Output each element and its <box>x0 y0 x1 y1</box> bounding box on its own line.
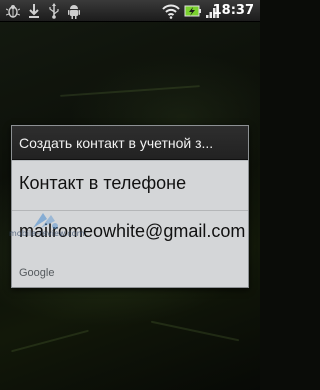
wallpaper-streak <box>60 85 200 97</box>
account-option-google[interactable]: mailromeowhite@gmail.com Google <box>12 212 248 287</box>
battery-charging-icon <box>184 4 202 23</box>
usb-icon <box>48 3 60 24</box>
usb-debug-icon <box>5 3 21 24</box>
android-icon <box>67 3 81 24</box>
download-icon <box>28 3 40 24</box>
dialog-list: Контакт в телефоне mailromeowhite@gmail.… <box>12 161 248 287</box>
status-bar[interactable]: 18:37 <box>0 0 260 22</box>
create-contact-dialog: Создать контакт в учетной з... Контакт в… <box>11 125 249 288</box>
wifi-icon <box>162 3 180 24</box>
account-type-label: Google <box>19 267 55 279</box>
account-option-phone[interactable]: Контакт в телефоне <box>12 161 248 211</box>
account-option-label: mailromeowhite@gmail.com <box>19 221 246 241</box>
dialog-title: Создать контакт в учетной з... <box>12 126 248 160</box>
wallpaper-streak <box>150 320 240 342</box>
account-option-label: Контакт в телефоне <box>19 173 187 193</box>
wallpaper-streak <box>11 329 89 353</box>
status-time: 18:37 <box>212 3 254 18</box>
